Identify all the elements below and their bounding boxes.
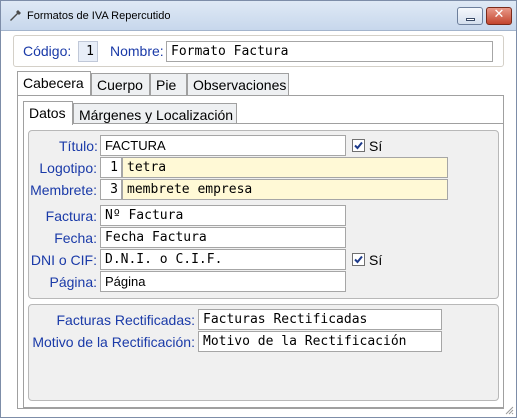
title-bar[interactable]: Formatos de IVA Repercutido ✕ xyxy=(1,1,516,31)
tab-margenes[interactable]: Márgenes y Localización xyxy=(73,103,237,123)
pagina-label: Página: xyxy=(49,274,97,290)
facturas-rectificadas-field[interactable]: Facturas Rectificadas xyxy=(198,309,442,330)
factura-field[interactable]: Nº Factura xyxy=(100,205,346,226)
titulo-check-label: Sí xyxy=(369,138,383,154)
factura-label: Factura: xyxy=(45,208,97,224)
membrete-code[interactable]: 3 xyxy=(100,179,122,200)
resize-grip-icon[interactable] xyxy=(504,405,514,415)
titulo-field[interactable]: FACTURA xyxy=(100,135,346,156)
codigo-field[interactable]: 1 xyxy=(78,41,98,62)
logotipo-field[interactable]: tetra xyxy=(122,157,448,178)
fecha-label: Fecha: xyxy=(54,230,97,246)
window: Formatos de IVA Repercutido ✕ Código: 1 … xyxy=(0,0,517,418)
close-button[interactable]: ✕ xyxy=(486,7,512,25)
tab-cuerpo[interactable]: Cuerpo xyxy=(91,73,150,95)
minimize-icon xyxy=(466,18,475,21)
tab-observaciones[interactable]: Observaciones xyxy=(187,73,289,95)
wrench-icon xyxy=(10,10,21,21)
tab-cabecera[interactable]: Cabecera xyxy=(17,71,91,95)
codigo-label: Código: xyxy=(23,43,72,59)
checkmark-icon xyxy=(354,141,363,150)
header-group: Código: 1 Nombre: Formato Factura xyxy=(13,35,504,67)
titulo-label: Título: xyxy=(59,138,98,154)
checkmark-icon xyxy=(354,255,363,264)
logotipo-label: Logotipo: xyxy=(39,160,97,176)
motivo-rectificacion-field[interactable]: Motivo de la Rectificación xyxy=(198,331,442,352)
membrete-label: Membrete: xyxy=(30,182,97,198)
titulo-checkbox[interactable] xyxy=(352,139,365,152)
fecha-field[interactable]: Fecha Factura xyxy=(100,227,346,248)
close-icon: ✕ xyxy=(493,7,505,22)
tab-datos[interactable]: Datos xyxy=(23,101,73,125)
dni-check-label: Sí xyxy=(369,252,383,268)
dni-label: DNI o CIF: xyxy=(30,252,97,268)
nombre-label: Nombre: xyxy=(110,43,164,59)
facturas-rectificadas-label: Facturas Rectificadas: xyxy=(56,312,196,328)
nombre-field[interactable]: Formato Factura xyxy=(166,41,493,62)
window-title: Formatos de IVA Repercutido xyxy=(27,10,171,22)
tab-pie[interactable]: Pie xyxy=(150,73,187,95)
minimize-button[interactable] xyxy=(457,7,483,25)
dni-checkbox[interactable] xyxy=(352,253,365,266)
motivo-rectificacion-label: Motivo de la Rectificación: xyxy=(32,334,195,350)
dni-field[interactable]: D.N.I. o C.I.F. xyxy=(100,249,346,270)
logotipo-code[interactable]: 1 xyxy=(100,157,122,178)
pagina-field[interactable]: Página xyxy=(100,271,346,292)
membrete-field[interactable]: membrete empresa xyxy=(122,179,448,200)
